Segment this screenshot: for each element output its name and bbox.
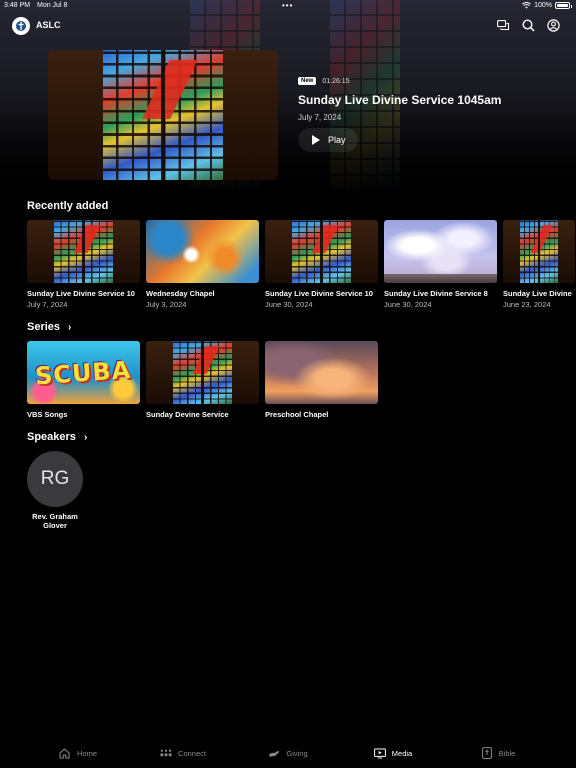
giving-icon xyxy=(268,748,280,759)
tab-giving[interactable]: Giving xyxy=(236,738,341,768)
status-time: 3:48 PM xyxy=(4,2,31,9)
duration-label: 01:26:15 xyxy=(322,77,350,85)
series-heading[interactable]: Series › xyxy=(27,321,71,333)
media-thumbnail xyxy=(27,220,140,283)
media-card[interactable]: Wednesday Chapel July 3, 2024 xyxy=(146,220,259,309)
media-card[interactable]: Sunday Live Divine Service 10 July 7, 20… xyxy=(27,220,140,309)
status-date: Mon Jul 8 xyxy=(37,2,68,9)
series-thumbnail xyxy=(265,341,378,404)
media-icon xyxy=(373,747,386,759)
scuba-artwork-text: SCUBA xyxy=(34,355,133,390)
recently-added-heading: Recently added xyxy=(27,200,108,212)
media-date: June 23, 2024 xyxy=(503,300,551,309)
tab-label: Connect xyxy=(178,748,206,758)
battery-icon xyxy=(555,2,572,9)
media-card[interactable]: Sunday Live Divine Service 8 June 30, 20… xyxy=(384,220,497,309)
tab-label: Media xyxy=(391,748,413,758)
church-logo-icon[interactable] xyxy=(12,17,30,35)
media-title: Sunday Live Divine xyxy=(503,289,572,298)
section-title: Recently added xyxy=(27,200,109,212)
tab-connect[interactable]: Connect xyxy=(131,738,236,768)
play-icon xyxy=(312,135,320,145)
chevron-right-icon[interactable]: › xyxy=(68,322,71,333)
media-card[interactable]: Sunday Live Divine Service 10 June 30, 2… xyxy=(265,220,378,309)
series-title: VBS Songs xyxy=(27,410,68,419)
media-title: Sunday Live Divine Service 10 xyxy=(27,289,135,298)
tab-label: Bible xyxy=(498,748,516,758)
play-label: Play xyxy=(328,135,346,145)
media-date: June 30, 2024 xyxy=(384,300,432,309)
section-title: Speakers xyxy=(27,431,76,443)
media-title: Sunday Live Divine Service 10 xyxy=(265,289,373,298)
status-bar: 3:48 PM Mon Jul 8 ••• 100% xyxy=(0,0,576,12)
tab-label: Giving xyxy=(286,748,308,758)
tab-home[interactable]: Home xyxy=(26,738,131,768)
section-title: Series xyxy=(27,321,61,333)
tab-bible[interactable]: Bible xyxy=(446,738,551,768)
featured-thumbnail[interactable] xyxy=(48,50,278,180)
media-title: Wednesday Chapel xyxy=(146,289,215,298)
media-title: Sunday Live Divine Service 8 xyxy=(384,289,488,298)
series-card[interactable]: Preschool Chapel xyxy=(265,341,378,419)
series-title: Sunday Devine Service xyxy=(146,410,229,419)
media-thumbnail xyxy=(265,220,378,283)
series-card[interactable]: Sunday Devine Service xyxy=(146,341,259,419)
multitasking-dots[interactable]: ••• xyxy=(282,1,293,10)
featured-info: New 01:26:15 Sunday Live Divine Service … xyxy=(298,77,501,122)
speaker-name: Rev. Graham Glover xyxy=(32,512,78,530)
media-date: July 3, 2024 xyxy=(146,300,187,309)
connect-icon xyxy=(160,748,172,759)
bible-icon xyxy=(481,747,493,759)
featured-title: Sunday Live Divine Service 1045am xyxy=(298,93,502,107)
tab-label: Home xyxy=(76,748,97,758)
series-card[interactable]: SCUBA VBS Songs xyxy=(27,341,140,419)
battery-percent: 100% xyxy=(534,2,552,9)
speakers-heading[interactable]: Speakers › xyxy=(27,431,87,443)
media-thumbnail xyxy=(503,220,575,283)
play-button[interactable]: Play xyxy=(298,128,358,152)
media-date: June 30, 2024 xyxy=(265,300,313,309)
media-thumbnail xyxy=(146,220,259,283)
series-row: SCUBA VBS Songs Sunday Devine Service Pr… xyxy=(27,341,378,419)
media-date: July 7, 2024 xyxy=(27,300,68,309)
series-thumbnail: SCUBA xyxy=(27,341,140,404)
chat-icon[interactable] xyxy=(496,18,511,33)
speaker-card[interactable]: RG Rev. Graham Glover xyxy=(27,451,83,530)
account-icon[interactable] xyxy=(546,18,561,33)
home-icon xyxy=(59,747,71,759)
brand-name: ASLC xyxy=(36,20,61,30)
avatar: RG xyxy=(27,451,83,507)
new-badge: New xyxy=(298,77,317,85)
featured-date: July 7, 2024 xyxy=(298,113,342,122)
tab-bar: Home Connect Giving Media Bible xyxy=(0,738,576,768)
search-icon[interactable] xyxy=(521,18,536,33)
tab-media[interactable]: Media xyxy=(341,738,446,768)
wifi-icon xyxy=(522,2,532,9)
chevron-right-icon[interactable]: › xyxy=(84,432,87,443)
recently-added-row: Sunday Live Divine Service 10 July 7, 20… xyxy=(27,220,575,309)
media-card[interactable]: Sunday Live Divine June 23, 2024 xyxy=(503,220,575,309)
media-thumbnail xyxy=(384,220,497,283)
series-thumbnail xyxy=(146,341,259,404)
top-nav: ASLC xyxy=(0,15,576,37)
series-title: Preschool Chapel xyxy=(265,410,329,419)
